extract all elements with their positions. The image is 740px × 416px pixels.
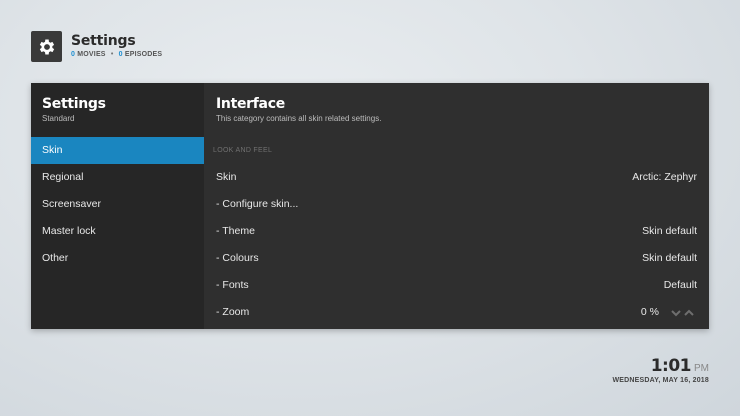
sidebar-item-master-lock[interactable]: Master lock (31, 218, 204, 245)
chevron-down-icon[interactable] (671, 310, 681, 317)
setting-row-fonts[interactable]: - Fonts Default (204, 272, 709, 299)
setting-label: - Fonts (216, 279, 249, 291)
sidebar-item-regional[interactable]: Regional (31, 164, 204, 191)
setting-value: Skin default (642, 252, 697, 264)
sidebar-item-label: Screensaver (42, 198, 101, 210)
setting-row-skin[interactable]: Skin Arctic: Zephyr (204, 164, 709, 191)
setting-row-colours[interactable]: - Colours Skin default (204, 245, 709, 272)
setting-value: Arctic: Zephyr (632, 171, 697, 183)
sidebar-item-label: Other (42, 252, 69, 264)
sidebar: Settings Standard Skin Regional Screensa… (31, 83, 204, 329)
setting-label: - Colours (216, 252, 259, 264)
sidebar-item-label: Skin (42, 144, 63, 156)
setting-row-zoom[interactable]: - Zoom 0 % (204, 299, 709, 326)
settings-level[interactable]: Standard (42, 114, 74, 123)
chevron-up-icon[interactable] (684, 309, 694, 316)
setting-value: Default (663, 279, 697, 291)
sidebar-item-label: Master lock (42, 225, 96, 237)
movies-label: MOVIES (77, 51, 106, 58)
sidebar-item-skin[interactable]: Skin (31, 137, 204, 164)
setting-label: - Theme (216, 225, 255, 237)
settings-gear-button (31, 31, 62, 62)
gear-icon (39, 39, 54, 54)
episodes-count: 0 (118, 51, 123, 58)
sidebar-item-label: Regional (42, 171, 84, 183)
category-title: Interface (216, 96, 285, 112)
page-title: Settings (71, 33, 136, 49)
zoom-spinner (671, 309, 694, 317)
section-header: LOOK AND FEEL (213, 147, 273, 154)
sidebar-title: Settings (42, 96, 106, 112)
setting-value: Skin default (642, 225, 697, 237)
category-description: This category contains all skin related … (216, 114, 382, 123)
settings-panel: Settings Standard Skin Regional Screensa… (31, 83, 709, 329)
setting-row-theme[interactable]: - Theme Skin default (204, 218, 709, 245)
setting-label: Skin (216, 171, 237, 183)
setting-label: - Zoom (216, 306, 250, 318)
settings-content: Interface This category contains all ski… (204, 83, 709, 329)
count-separator: • (110, 51, 114, 58)
setting-row-configure-skin[interactable]: - Configure skin... (204, 191, 709, 218)
clock-time: 1:01 (650, 356, 692, 376)
clock-widget: 1:01 PM WEDNESDAY, MAY 16, 2018 (612, 356, 709, 384)
sidebar-item-other[interactable]: Other (31, 245, 204, 272)
movies-count: 0 (71, 51, 76, 58)
episodes-label: EPISODES (124, 51, 163, 58)
setting-value: 0 % (640, 306, 659, 318)
setting-label: - Configure skin... (216, 198, 299, 210)
clock-ampm: PM (694, 363, 709, 374)
library-counts: 0 MOVIES • 0 EPISODES (71, 51, 162, 58)
sidebar-item-screensaver[interactable]: Screensaver (31, 191, 204, 218)
clock-date: WEDNESDAY, MAY 16, 2018 (612, 377, 709, 384)
